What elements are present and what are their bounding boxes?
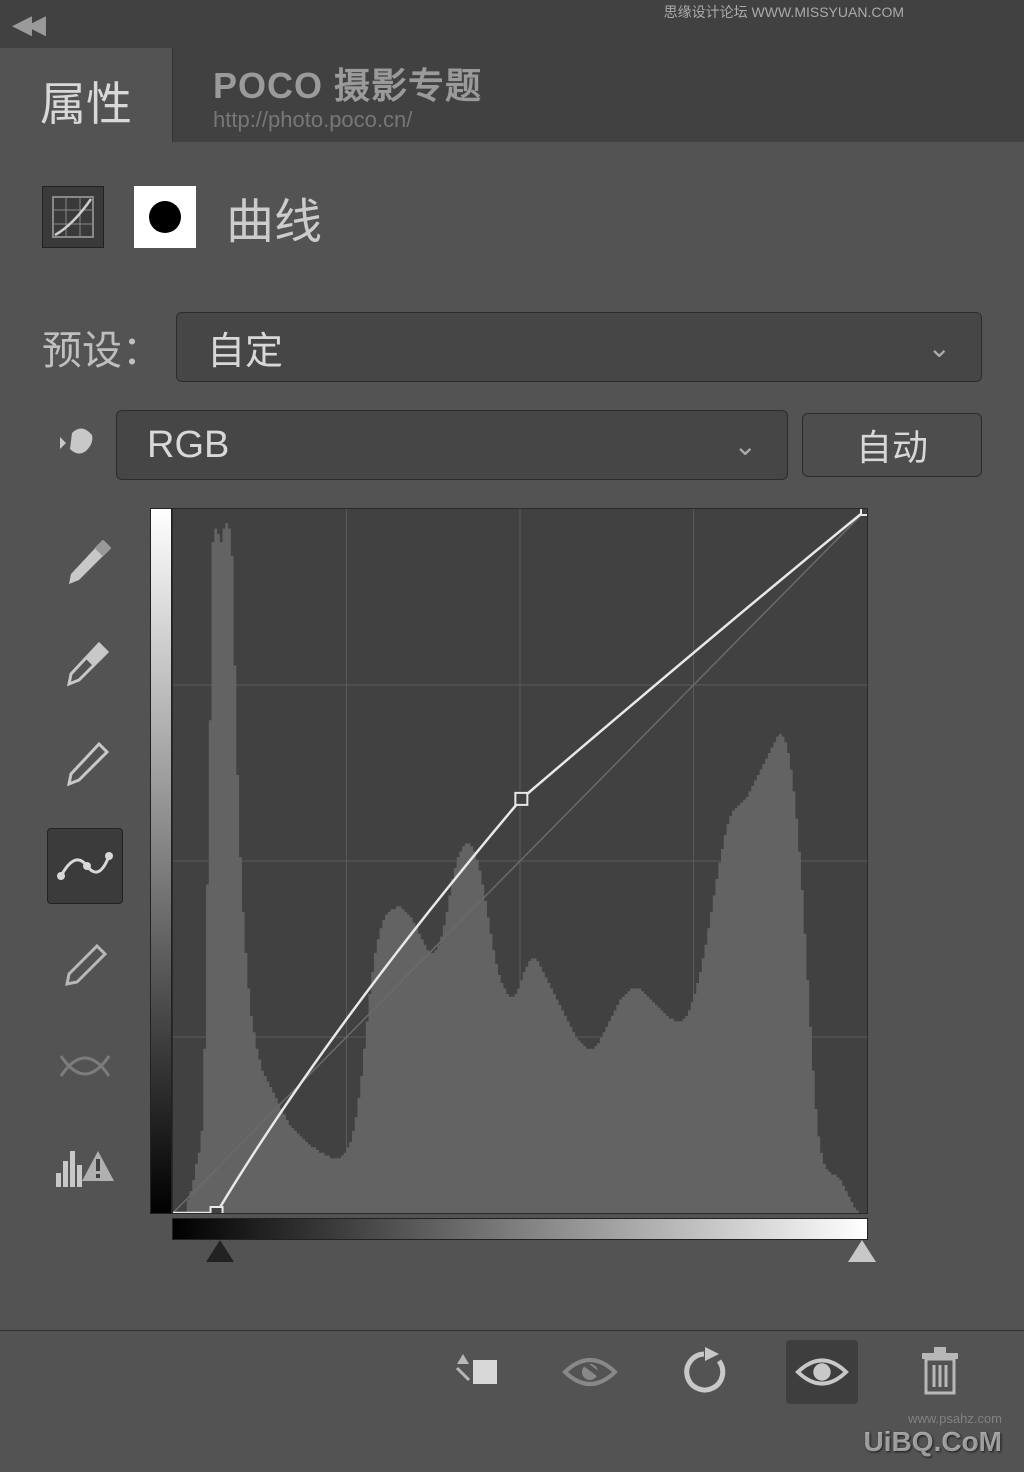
poco-watermark: POCO 摄影专题 http://photo.poco.cn/ <box>173 48 482 142</box>
preset-select[interactable]: 自定 ⌄ <box>176 312 982 382</box>
top-bar: 思缘设计论坛 WWW.MISSYUAN.COM ◀◀ <box>0 0 1024 48</box>
smooth-curve-icon[interactable] <box>47 1028 123 1104</box>
auto-button[interactable]: 自动 <box>802 413 982 477</box>
watermark-url: http://photo.poco.cn/ <box>213 107 412 133</box>
curves-adjustment-icon[interactable] <box>42 186 104 248</box>
preset-label: 预设： <box>42 318 162 376</box>
black-point-eyedropper-icon[interactable] <box>47 528 123 604</box>
tab-row: 属性 POCO 摄影专题 http://photo.poco.cn/ <box>0 48 1024 142</box>
watermark-main: POCO 摄影专题 <box>213 57 482 109</box>
white-point-slider[interactable] <box>848 1240 876 1262</box>
gray-point-eyedropper-icon[interactable] <box>47 628 123 704</box>
channel-value: RGB <box>147 424 229 467</box>
collapse-panel-icon[interactable]: ◀◀ <box>12 9 40 40</box>
white-point-eyedropper-icon[interactable] <box>47 728 123 804</box>
tab-label: 属性 <box>40 78 132 130</box>
adjustment-header: 曲线 <box>42 182 982 252</box>
tools-column <box>42 508 128 1270</box>
delete-icon[interactable] <box>908 1340 972 1404</box>
output-gradient <box>150 508 172 1214</box>
curves-graph[interactable] <box>172 508 868 1214</box>
clip-to-layer-icon[interactable] <box>444 1340 508 1404</box>
auto-label: 自动 <box>856 419 928 471</box>
adjustment-title: 曲线 <box>226 182 322 252</box>
chevron-down-icon: ⌄ <box>928 331 951 364</box>
corner-watermark: UiBQ.CoM <box>864 1426 1002 1458</box>
pencil-tool-icon[interactable] <box>47 928 123 1004</box>
reset-icon[interactable] <box>672 1340 736 1404</box>
preset-value: 自定 <box>207 320 283 375</box>
sub-watermark: www.psahz.com <box>908 1411 1002 1426</box>
toggle-visibility-icon[interactable] <box>786 1340 858 1404</box>
layer-mask-thumbnail[interactable] <box>134 186 196 248</box>
chevron-down-icon: ⌄ <box>734 429 757 462</box>
view-previous-state-icon[interactable] <box>558 1340 622 1404</box>
targeted-adjustment-icon[interactable] <box>42 413 102 478</box>
bottom-action-bar <box>0 1330 1024 1412</box>
edit-points-tool-icon[interactable] <box>47 828 123 904</box>
histogram-clip-warning-icon[interactable] <box>47 1128 123 1204</box>
properties-tab[interactable]: 属性 <box>0 48 173 142</box>
credit-text: 思缘设计论坛 WWW.MISSYUAN.COM <box>664 2 904 22</box>
channel-select[interactable]: RGB ⌄ <box>116 410 788 480</box>
input-slider-track[interactable] <box>172 1240 868 1270</box>
black-point-slider[interactable] <box>206 1240 234 1262</box>
input-gradient <box>172 1218 868 1240</box>
